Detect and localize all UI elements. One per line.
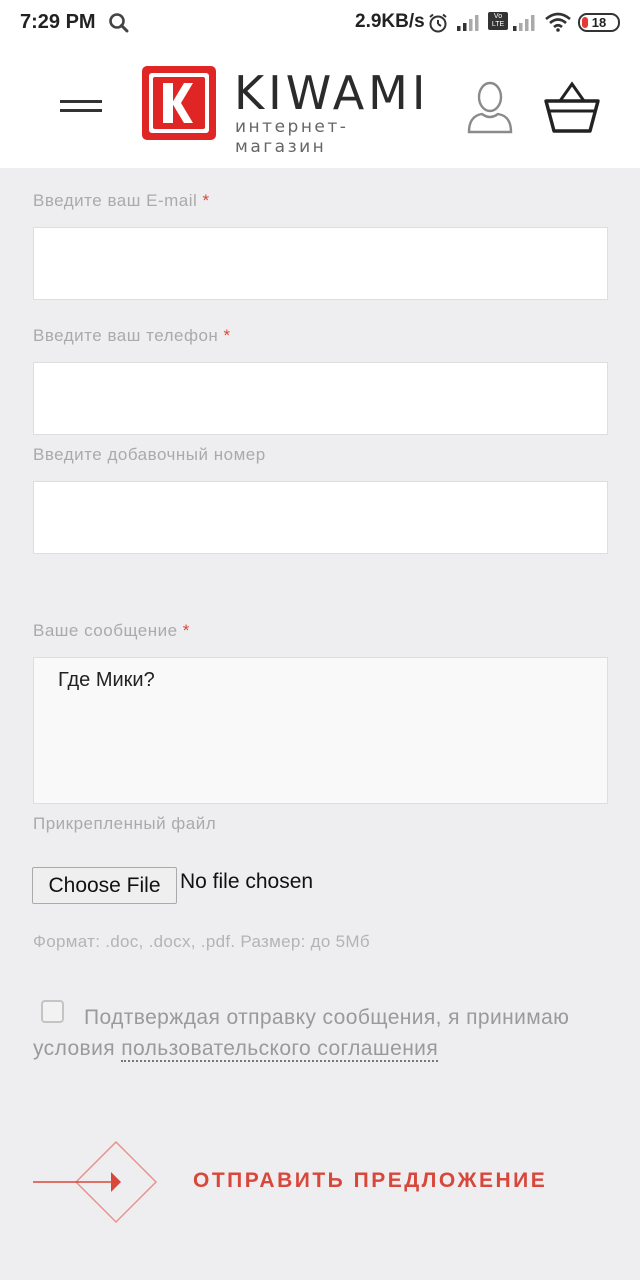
logo-subtitle: интернет-магазин (235, 117, 349, 157)
message-label: Ваше сообщение * (33, 621, 190, 640)
logo-word: KIWAMI (234, 66, 430, 120)
file-status: No file chosen (180, 870, 314, 893)
phone-label: Введите ваш телефон * (33, 326, 231, 345)
status-bar: 7:29 PM 2.9KB/s Vo LTE 18 (0, 0, 640, 46)
status-time: 7:29 PM (20, 11, 96, 33)
battery-icon: 18 (578, 13, 620, 32)
volte-icon: Vo LTE (488, 12, 508, 30)
arrow-icon (33, 1140, 158, 1224)
alarm-icon (427, 12, 449, 39)
submit-button[interactable]: ОТПРАВИТЬ ПРЕДЛОЖЕНИЕ (33, 1140, 573, 1224)
cart-icon[interactable] (543, 81, 601, 140)
attachment-label: Прикрепленный файл (33, 814, 217, 833)
extension-field[interactable] (33, 481, 608, 554)
site-header: KIWAMI интернет-магазин (0, 46, 640, 168)
message-textarea[interactable]: Где Мики? (33, 657, 608, 804)
email-field[interactable] (33, 227, 608, 300)
logo[interactable]: KIWAMI интернет-магазин (141, 65, 437, 157)
signal-icon (456, 13, 482, 36)
user-icon[interactable] (466, 80, 514, 139)
email-label: Введите ваш E-mail * (33, 191, 210, 210)
choose-file-button[interactable]: Choose File (32, 867, 177, 904)
network-speed: 2.9KB/s (355, 11, 425, 32)
consent-text: Подтверждая отправку сообщения, я приним… (33, 1006, 570, 1062)
battery-percent: 18 (591, 15, 607, 30)
user-agreement-link[interactable]: пользовательского соглашения (121, 1037, 439, 1062)
format-note: Формат: .doc, .docx, .pdf. Размер: до 5М… (33, 932, 370, 951)
logo-mark-icon (142, 66, 216, 140)
signal-icon (512, 13, 538, 36)
search-icon (108, 12, 130, 39)
menu-icon[interactable] (60, 100, 102, 114)
submit-label: ОТПРАВИТЬ ПРЕДЛОЖЕНИЕ (193, 1169, 548, 1192)
phone-field[interactable] (33, 362, 608, 435)
wifi-icon (545, 12, 571, 37)
extension-label: Введите добавочный номер (33, 445, 266, 464)
